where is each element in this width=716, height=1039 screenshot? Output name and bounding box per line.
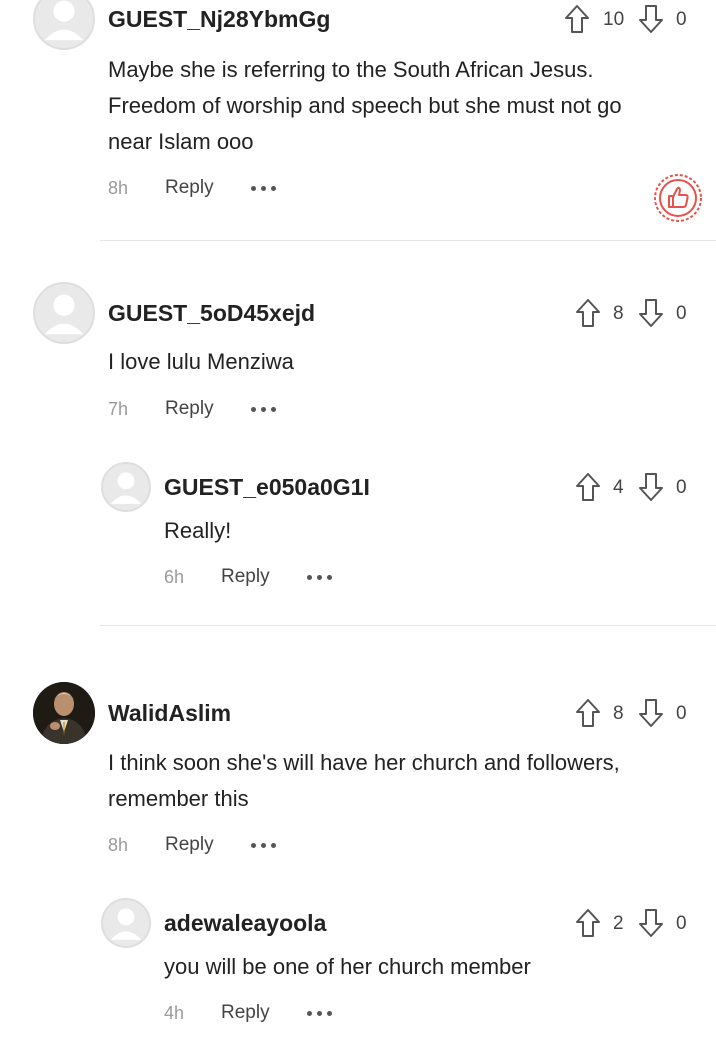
reply-button[interactable]: Reply <box>165 398 214 420</box>
user-photo-avatar[interactable] <box>33 682 95 744</box>
downvote-button[interactable] <box>638 4 664 34</box>
comment-text-line: Freedom of worship and speech but she mu… <box>108 93 622 118</box>
reply-timestamp: 6h <box>164 567 185 587</box>
arrow-up-outline-icon <box>576 299 600 327</box>
upvote-count: 8 <box>613 303 624 324</box>
thumbs-up-badge-icon[interactable] <box>653 173 703 223</box>
divider <box>100 625 716 626</box>
comment-timestamp: 7h <box>108 399 129 419</box>
arrow-up-outline-icon <box>565 5 589 33</box>
comment-text-line: near Islam ooo <box>108 129 254 154</box>
downvote-button[interactable] <box>638 908 664 938</box>
reply-username[interactable]: adewaleayoola <box>164 910 326 937</box>
upvote-button[interactable] <box>564 4 590 34</box>
default-avatar-icon[interactable] <box>33 282 95 344</box>
upvote-button[interactable] <box>575 908 601 938</box>
upvote-button[interactable] <box>575 472 601 502</box>
reply-button[interactable]: Reply <box>221 1002 270 1024</box>
arrow-down-outline-icon <box>639 299 663 327</box>
more-dots-icon[interactable] <box>251 181 277 195</box>
reply-button[interactable]: Reply <box>165 177 214 199</box>
default-avatar-icon[interactable] <box>101 898 151 948</box>
upvote-count: 8 <box>613 703 624 724</box>
reply-button[interactable]: Reply <box>221 566 270 588</box>
arrow-up-outline-icon <box>576 909 600 937</box>
default-avatar-icon[interactable] <box>101 462 151 512</box>
downvote-button[interactable] <box>638 698 664 728</box>
downvote-count: 0 <box>676 913 687 934</box>
arrow-down-outline-icon <box>639 5 663 33</box>
reply-timestamp: 4h <box>164 1003 185 1023</box>
upvote-button[interactable] <box>575 698 601 728</box>
default-avatar-icon[interactable] <box>33 0 95 50</box>
upvote-count: 10 <box>603 9 625 30</box>
comment-timestamp: 8h <box>108 178 129 198</box>
downvote-count: 0 <box>676 703 687 724</box>
comment-text-line: I love lulu Menziwa <box>108 349 294 374</box>
more-dots-icon[interactable] <box>251 402 277 416</box>
downvote-button[interactable] <box>638 298 664 328</box>
more-dots-icon[interactable] <box>307 570 333 584</box>
reply-text-line: Really! <box>164 518 232 543</box>
comment-text-line: remember this <box>108 786 249 811</box>
downvote-count: 0 <box>676 477 687 498</box>
arrow-up-outline-icon <box>576 473 600 501</box>
comment-username[interactable]: GUEST_Nj28YbmGg <box>108 6 330 33</box>
more-dots-icon[interactable] <box>251 838 277 852</box>
divider <box>100 240 716 241</box>
reply-button[interactable]: Reply <box>165 834 214 856</box>
upvote-count: 2 <box>613 913 624 934</box>
downvote-count: 0 <box>676 9 687 30</box>
comment-timestamp: 8h <box>108 835 129 855</box>
arrow-down-outline-icon <box>639 699 663 727</box>
comment-username[interactable]: GUEST_5oD45xejd <box>108 300 315 327</box>
comment-text-line: Maybe she is referring to the South Afri… <box>108 57 594 82</box>
comment-text-line: I think soon she's will have her church … <box>108 750 620 775</box>
arrow-up-outline-icon <box>576 699 600 727</box>
arrow-down-outline-icon <box>639 473 663 501</box>
downvote-count: 0 <box>676 303 687 324</box>
comment-username[interactable]: WalidAslim <box>108 700 231 727</box>
arrow-down-outline-icon <box>639 909 663 937</box>
more-dots-icon[interactable] <box>307 1006 333 1020</box>
downvote-button[interactable] <box>638 472 664 502</box>
upvote-button[interactable] <box>575 298 601 328</box>
reply-text-line: you will be one of her church member <box>164 954 531 979</box>
reply-username[interactable]: GUEST_e050a0G1I <box>164 474 370 501</box>
upvote-count: 4 <box>613 477 624 498</box>
